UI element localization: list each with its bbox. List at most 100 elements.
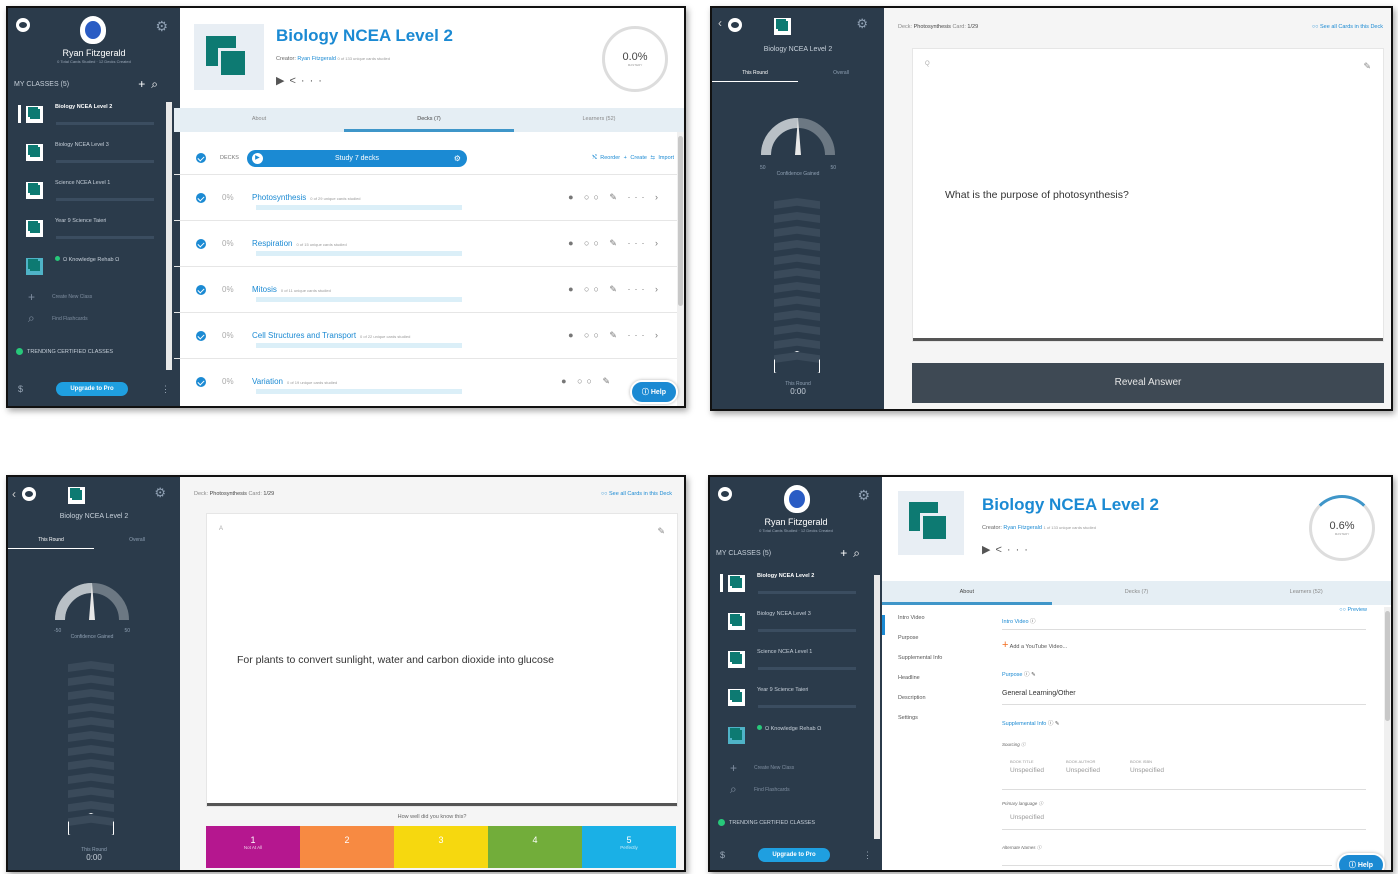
deck-checkbox[interactable]: [196, 238, 206, 249]
more-icon[interactable]: ⋮: [863, 850, 872, 861]
info-icon[interactable]: ⓘ: [1030, 619, 1036, 625]
subnav-intro-video[interactable]: Intro Video: [882, 615, 942, 635]
import-link[interactable]: Import: [658, 155, 674, 161]
gear-icon[interactable]: ⚙: [857, 487, 870, 504]
avatar[interactable]: [80, 16, 106, 44]
reorder-link[interactable]: Reorder: [600, 155, 620, 161]
play-icon[interactable]: ●: [568, 330, 577, 340]
chevron-right-icon[interactable]: ›: [655, 330, 662, 340]
deck-name[interactable]: Cell Structures and Transport: [252, 331, 356, 340]
edit-icon[interactable]: ✎: [609, 330, 621, 340]
tab-learners[interactable]: Learners (52): [1221, 581, 1391, 605]
rating-button-2[interactable]: 2: [300, 826, 394, 868]
deck-checkbox[interactable]: [196, 284, 206, 295]
sidebar-item-class[interactable]: Science NCEA Level 1: [8, 180, 154, 216]
study-decks-button[interactable]: ▶ Study 7 decks ⚙: [246, 149, 467, 167]
edit-icon[interactable]: ✎: [1031, 672, 1036, 678]
preview-icon[interactable]: ○○: [584, 284, 603, 294]
back-icon[interactable]: ‹: [12, 487, 16, 501]
deck-checkbox[interactable]: [196, 376, 206, 387]
tab-decks[interactable]: Decks (7): [1052, 581, 1222, 605]
share-icon[interactable]: <: [289, 75, 300, 87]
tab-this-round[interactable]: This Round: [712, 70, 798, 82]
chevron-right-icon[interactable]: ›: [655, 192, 662, 202]
rating-button-5[interactable]: 5 Perfectly: [582, 826, 676, 868]
deck-name[interactable]: Mitosis: [252, 285, 277, 294]
deck-row[interactable]: 0% Photosynthesis 0 of 29 unique cards stu…: [174, 174, 684, 220]
search-icon[interactable]: ⌕: [853, 546, 866, 560]
creator-link[interactable]: Ryan Fitzgerald: [297, 56, 336, 62]
gear-icon[interactable]: ⚙: [155, 18, 168, 35]
trending-classes[interactable]: TRENDING CERTIFIED CLASSES: [718, 819, 815, 826]
edit-icon[interactable]: ✎: [609, 284, 621, 294]
play-icon[interactable]: ▶: [276, 75, 289, 87]
brainscape-logo-icon[interactable]: [718, 487, 732, 501]
sidebar-item-class[interactable]: Science NCEA Level 1: [710, 649, 856, 685]
deck-row[interactable]: 0% Variation 0 of 19 unique cards studied ●…: [174, 358, 684, 404]
info-icon[interactable]: ⓘ: [1037, 845, 1042, 850]
edit-icon[interactable]: ✎: [1055, 721, 1060, 727]
info-icon[interactable]: ⓘ: [1039, 801, 1044, 806]
more-icon[interactable]: ···: [627, 238, 648, 248]
chevron-right-icon[interactable]: ›: [655, 284, 662, 294]
deck-row[interactable]: 0% Cell Structures and Transport 0 of 22 u…: [174, 312, 684, 358]
find-flashcards-button[interactable]: ⌕ Find Flashcards: [730, 782, 790, 797]
preview-icon[interactable]: ○○: [584, 330, 603, 340]
info-icon[interactable]: ⓘ: [1048, 721, 1054, 727]
more-icon[interactable]: ···: [301, 75, 327, 87]
more-icon[interactable]: ···: [1007, 544, 1033, 556]
gear-icon[interactable]: ⚙: [454, 154, 461, 163]
deck-name[interactable]: Variation: [252, 377, 283, 386]
sidebar-item-class[interactable]: Ω Knowledge Rehab Ω: [8, 256, 119, 292]
sidebar-scrollbar[interactable]: [166, 102, 172, 370]
play-icon[interactable]: ●: [568, 238, 577, 248]
avatar[interactable]: [784, 485, 810, 513]
tab-overall[interactable]: Overall: [798, 70, 884, 82]
see-all-cards-link[interactable]: ○○ See all Cards in this Deck: [1312, 24, 1383, 30]
subnav-headline[interactable]: Headline: [882, 675, 942, 695]
upgrade-button[interactable]: Upgrade to Pro: [758, 848, 830, 862]
help-button[interactable]: ⓘ Help: [629, 380, 678, 404]
creator-link[interactable]: Ryan Fitzgerald: [1003, 525, 1042, 531]
share-icon[interactable]: <: [995, 544, 1006, 556]
main-scrollbar[interactable]: [677, 132, 684, 406]
brainscape-logo-icon[interactable]: [22, 487, 36, 501]
create-class-button[interactable]: + Create New Class: [28, 290, 92, 304]
deck-row[interactable]: 0% Respiration 0 of 15 unique cards studie…: [174, 220, 684, 266]
sidebar-scrollbar[interactable]: [874, 575, 880, 839]
tab-this-round[interactable]: This Round: [8, 537, 94, 549]
play-icon[interactable]: ●: [561, 376, 570, 386]
sidebar-item-class[interactable]: Year 9 Science Taieri: [8, 218, 154, 254]
reveal-answer-button[interactable]: Reveal Answer: [912, 363, 1384, 403]
preview-icon[interactable]: ○○: [584, 238, 603, 248]
create-class-button[interactable]: + Create New Class: [730, 761, 794, 775]
edit-icon[interactable]: ✎: [609, 192, 621, 202]
subnav-settings[interactable]: Settings: [882, 715, 942, 735]
play-icon[interactable]: ▶: [982, 544, 995, 556]
edit-icon[interactable]: ✎: [609, 238, 621, 248]
edit-icon[interactable]: ✎: [1363, 61, 1371, 72]
deck-name[interactable]: Photosynthesis: [252, 193, 306, 202]
deck-checkbox[interactable]: [196, 330, 206, 341]
edit-icon[interactable]: ✎: [602, 376, 614, 386]
help-button[interactable]: ⓘ Help: [1336, 853, 1385, 870]
rating-button-1[interactable]: 1 Not At All: [206, 826, 300, 868]
upgrade-button[interactable]: Upgrade to Pro: [56, 382, 128, 396]
sidebar-item-class[interactable]: Ω Knowledge Rehab Ω: [710, 725, 821, 761]
gear-icon[interactable]: ⚙: [856, 16, 868, 32]
dollar-icon[interactable]: $: [720, 850, 725, 860]
tab-about[interactable]: About: [174, 108, 344, 132]
see-all-cards-link[interactable]: ○○ See all Cards in this Deck: [601, 491, 672, 497]
brainscape-logo-icon[interactable]: [728, 18, 742, 32]
scroll-thumb[interactable]: [1385, 611, 1390, 721]
more-icon[interactable]: ···: [627, 330, 648, 340]
info-icon[interactable]: ⓘ: [1024, 672, 1030, 678]
subnav-supplemental[interactable]: Supplemental Info: [882, 655, 942, 675]
deck-checkbox[interactable]: [196, 192, 206, 203]
more-icon[interactable]: ⋮: [161, 384, 170, 395]
scroll-thumb[interactable]: [678, 136, 683, 306]
dollar-icon[interactable]: $: [18, 384, 23, 394]
deck-name[interactable]: Respiration: [252, 239, 292, 248]
find-flashcards-button[interactable]: ⌕ Find Flashcards: [28, 311, 88, 326]
tab-learners[interactable]: Learners (52): [514, 108, 684, 132]
